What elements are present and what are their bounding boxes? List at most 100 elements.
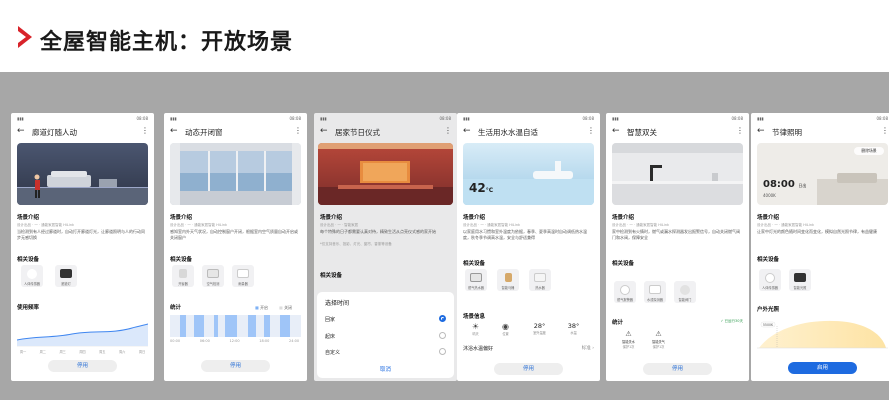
stop-button[interactable]: 停用 [48,360,117,372]
window-opener-icon [179,269,187,278]
device-card[interactable]: 燃气热水器 [465,269,487,291]
radio-selected-icon[interactable] [439,315,446,322]
valve-icon [680,285,690,295]
status-time: 08:08 [289,116,301,121]
water-heater-icon [534,273,546,282]
enable-button[interactable]: 启用 [788,362,857,374]
status-signal-icon: ▮▮▮ [757,116,764,121]
water-sensor-icon [649,285,661,294]
info-weather: ☀ 晴天 [463,322,488,336]
hero-time-suffix: 日出 [798,183,807,188]
phone-water-temp: ▮▮▮ 08:08 ← 生活用水水温自适 ⋮ 42°C 场景介绍 设计出品 · … [457,113,600,381]
status-time: 08:08 [439,116,451,121]
info-location: ◉ 位置 [493,322,518,336]
stop-button[interactable]: 停用 [643,363,712,375]
back-arrow-icon[interactable]: ← [757,126,765,136]
section-devices-heading: 相关设备 [170,257,193,263]
rain-sensor-icon [237,269,249,278]
device-card[interactable]: 廊道灯 [55,265,77,287]
status-signal-icon: ▮▮▮ [170,116,177,121]
warning-icon: ⚠ [655,330,662,338]
device-card[interactable]: 人体传感器 [759,269,781,291]
option-label: 回家 [325,317,336,323]
delete-scene-button[interactable]: 删除场景 [854,147,884,155]
hero-time-value: 08:00 [763,179,795,190]
time-tick-label: 24:00 [289,339,300,343]
back-arrow-icon[interactable]: ← [170,126,178,136]
section-devices-heading: 相关设备 [320,273,343,279]
device-card[interactable]: 人体传感器 [21,265,43,287]
more-icon[interactable]: ⋮ [587,126,595,135]
radio-icon[interactable] [439,348,446,355]
open-segment [180,315,186,337]
back-arrow-icon[interactable]: ← [320,126,328,136]
sensor-icon [27,269,37,279]
hero-color-temp: 4000K [763,193,776,198]
device-card[interactable]: 燃气报警器 [614,281,636,303]
device-card[interactable]: 热水器 [529,269,551,291]
more-icon[interactable]: ⋮ [294,126,302,135]
option-home[interactable]: 回家 [325,315,446,323]
hero-image: 42°C [463,143,594,205]
runtime-badge: ✓ 已运行30天 [720,319,743,324]
status-time: 08:08 [731,116,743,121]
x-tick-label: 周六 [119,349,126,354]
open-segment [280,315,290,337]
status-signal-icon: ▮▮▮ [463,116,470,121]
device-label: 空气检测 [206,282,220,286]
more-icon[interactable]: ⋮ [881,126,889,135]
nav-bar: ← 动态开闭窗 ⋮ [164,125,307,139]
scene-title: 节律照明 [772,128,802,137]
device-card[interactable]: 水浸探测器 [644,281,666,303]
stats-heading: 统计 [612,320,624,326]
more-icon[interactable]: ⋮ [141,126,149,135]
designer-meta: 设计出品 · 一 · 通能家居智能 HiLink [463,223,521,227]
designer-meta: 设计出品 · 一 · 通能家居智能 HiLink [757,223,815,227]
section-intro-heading: 场景介绍 [463,215,486,221]
scene-description: 感知室内外天气状况，自动控制窗户开闭，根据室内空气质量自动开启或关闭窗户 [170,229,298,240]
bath-pref-value[interactable]: 标准 › [582,345,594,351]
stop-button[interactable]: 停用 [494,363,563,375]
device-label: 人体传感器 [762,286,778,290]
section-intro-heading: 场景介绍 [612,215,635,221]
more-icon[interactable]: ⋮ [444,126,452,135]
scene-title: 居家节日仪式 [335,128,380,137]
time-tick-label: 06:00 [199,339,210,343]
more-icon[interactable]: ⋮ [736,126,744,135]
scene-description: 让家中灯光的颜色随时间变化而变化，模拟自然光照节律，有益健康 [757,229,877,234]
hero-temp-value: 42 [469,181,486,195]
legend-close-label: 关闭 [284,305,293,310]
option-wakeup[interactable]: 起床 [325,332,446,340]
open-segment [225,315,237,337]
radio-icon[interactable] [439,332,446,339]
hero-image [318,143,453,205]
section-devices-heading: 相关设备 [17,257,40,263]
section-intro-heading: 场景介绍 [320,215,343,221]
legend-close: ■ 关闭 [279,305,292,311]
status-bar: ▮▮▮ 08:08 [457,113,600,123]
status-time: 08:08 [136,116,148,121]
device-label: 人体传感器 [24,282,40,286]
cancel-button[interactable]: 取消 [317,365,454,373]
back-arrow-icon[interactable]: ← [17,126,25,136]
device-card[interactable]: 智能马桶 [497,269,519,291]
light-area [759,320,886,348]
toilet-icon [505,273,512,282]
stop-button[interactable]: 停用 [201,360,270,372]
section-intro-heading: 场景介绍 [757,215,780,221]
device-card[interactable]: 空气检测 [202,265,224,287]
back-arrow-icon[interactable]: ← [612,126,620,136]
device-card[interactable]: 雨量器 [232,265,254,287]
device-card[interactable]: 智能光照 [789,269,811,291]
option-custom[interactable]: 自定义 [325,348,446,356]
section-intro-heading: 场景介绍 [17,215,40,221]
outdoor-light-chart: 5500K [757,320,888,349]
device-card[interactable]: 开窗器 [172,265,194,287]
status-time: 08:08 [876,116,888,121]
runtime-text: 已运行30天 [724,319,743,323]
status-bar: ▮▮▮ 08:08 [11,113,154,123]
back-arrow-icon[interactable]: ← [463,126,471,136]
time-tick-label: 12:00 [229,339,240,343]
device-card[interactable]: 智能阀门 [674,281,696,303]
designer-meta: 设计出品 · 一 · 通能家居智能 HiLink [612,223,670,227]
